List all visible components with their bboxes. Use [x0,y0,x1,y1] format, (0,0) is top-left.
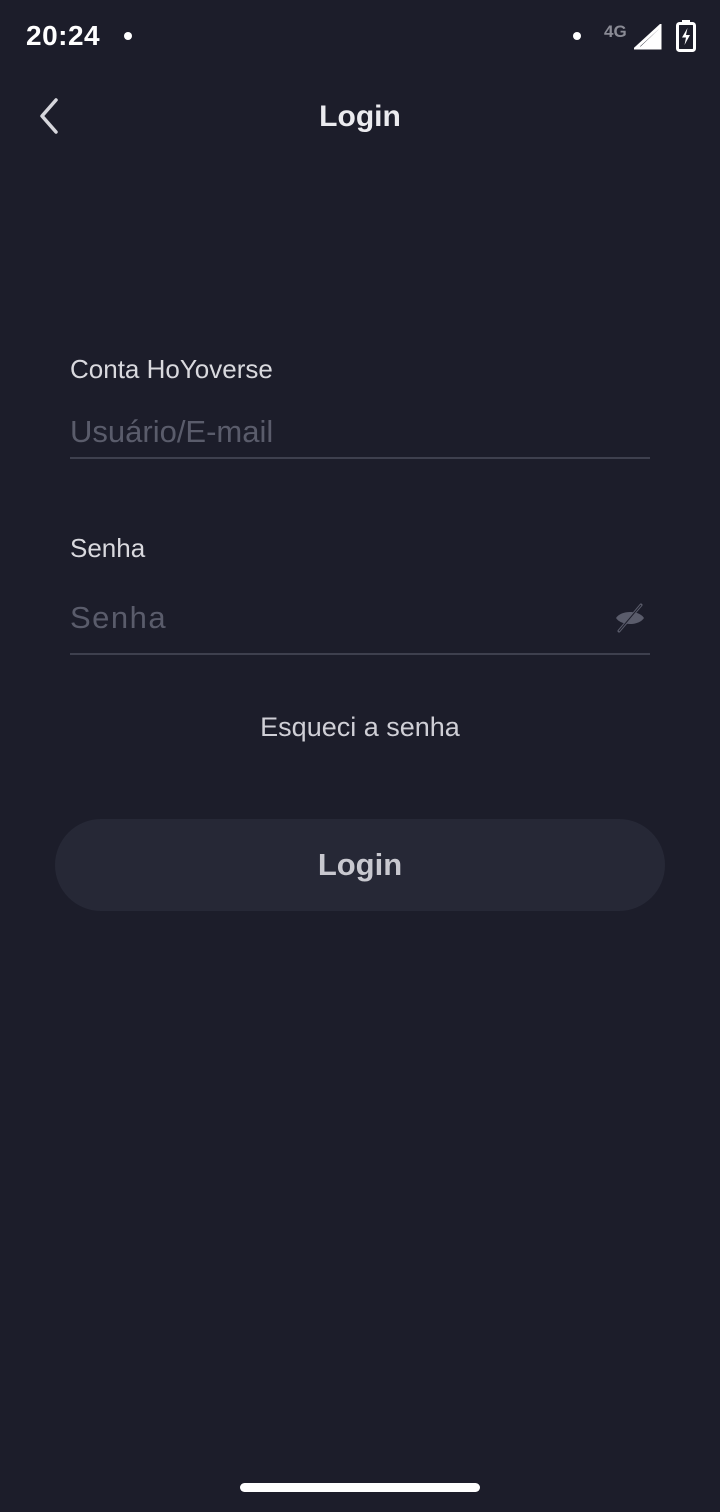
app-header: Login [0,80,720,156]
notification-dot-icon [124,32,132,40]
battery-charging-icon [676,20,696,52]
signal-icon [634,24,662,50]
password-visibility-toggle[interactable] [612,600,648,636]
password-label: Senha [70,533,146,563]
login-button[interactable]: Login [55,819,665,911]
account-input[interactable] [70,408,650,456]
eye-off-icon [616,603,644,633]
forgot-password-link[interactable]: Esqueci a senha [0,712,720,743]
account-label: Conta HoYoverse [70,354,273,384]
status-bar: 20:24 4G [0,0,720,76]
account-input-underline [70,457,650,459]
home-indicator[interactable] [240,1483,480,1492]
password-input[interactable] [70,594,590,642]
status-dot-icon [573,32,581,40]
password-input-underline [70,653,650,655]
network-type: 4G [604,22,627,41]
status-time: 20:24 [26,20,101,51]
page-title: Login [319,100,401,133]
